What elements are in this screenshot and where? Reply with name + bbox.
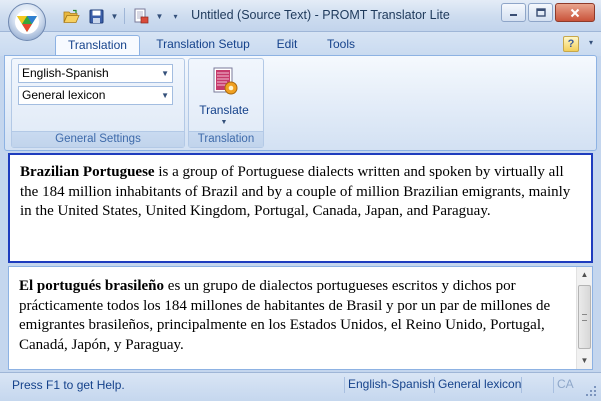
general-settings-label: General Settings bbox=[12, 131, 184, 147]
target-term: El portugués brasileño bbox=[19, 278, 165, 294]
window-controls bbox=[501, 3, 595, 22]
help-dropdown-icon[interactable]: ▾ bbox=[589, 38, 593, 47]
ribbon-tabs: Translation Translation Setup Edit Tools… bbox=[0, 32, 601, 56]
translation-text-pane[interactable]: El portugués brasileño es un grupo de di… bbox=[8, 266, 593, 370]
maximize-icon[interactable] bbox=[528, 3, 553, 22]
lexicon-dropdown-icon: ▼ bbox=[161, 91, 169, 100]
title-bar: ▼ ▼ ▾ Untitled (Source Text) - PROMT Tra… bbox=[0, 0, 601, 32]
status-caps: CA bbox=[553, 377, 577, 393]
status-lexicon[interactable]: General lexicon bbox=[434, 377, 524, 393]
vertical-scrollbar[interactable]: ▲ ▼ bbox=[576, 267, 592, 369]
minimize-icon[interactable] bbox=[501, 3, 526, 22]
translate-icon bbox=[213, 67, 238, 95]
source-term: Brazilian Portuguese bbox=[20, 164, 155, 180]
status-help-text: Press F1 to get Help. bbox=[12, 378, 125, 392]
translate-button[interactable]: Translate ▼ bbox=[195, 63, 253, 129]
lexicon-value: General lexicon bbox=[22, 88, 106, 102]
lexicon-combo[interactable]: General lexicon ▼ bbox=[18, 86, 173, 105]
translation-group: Translate ▼ Translation bbox=[188, 58, 264, 148]
tab-translation-setup[interactable]: Translation Setup bbox=[148, 35, 258, 56]
status-blank-field bbox=[521, 377, 553, 393]
direction-dropdown-icon: ▼ bbox=[161, 69, 169, 78]
general-settings-group: English-Spanish ▼ General lexicon ▼ Gene… bbox=[11, 58, 185, 148]
source-text-pane[interactable]: Brazilian Portuguese is a group of Portu… bbox=[8, 153, 593, 263]
translate-label: Translate bbox=[199, 103, 249, 117]
scroll-thumb[interactable] bbox=[578, 285, 591, 349]
close-icon[interactable] bbox=[555, 3, 595, 22]
tab-tools[interactable]: Tools bbox=[318, 35, 364, 56]
tab-edit[interactable]: Edit bbox=[266, 35, 308, 56]
translate-dropdown-icon[interactable]: ▼ bbox=[195, 119, 253, 126]
scroll-down-icon[interactable]: ▼ bbox=[577, 353, 592, 369]
app-menu-button[interactable] bbox=[8, 3, 46, 41]
translation-group-label: Translation bbox=[189, 131, 263, 147]
status-direction[interactable]: English-Spanish bbox=[344, 377, 438, 393]
tab-translation[interactable]: Translation bbox=[55, 35, 140, 56]
direction-combo[interactable]: English-Spanish ▼ bbox=[18, 64, 173, 83]
promt-logo-icon bbox=[15, 10, 39, 34]
ribbon-panel: English-Spanish ▼ General lexicon ▼ Gene… bbox=[4, 55, 597, 151]
resize-grip-icon[interactable] bbox=[586, 386, 598, 398]
status-bar: Press F1 to get Help. English-Spanish Ge… bbox=[0, 372, 601, 401]
help-icon[interactable]: ? bbox=[563, 36, 579, 52]
direction-value: English-Spanish bbox=[22, 66, 109, 80]
scroll-up-icon[interactable]: ▲ bbox=[577, 267, 592, 283]
